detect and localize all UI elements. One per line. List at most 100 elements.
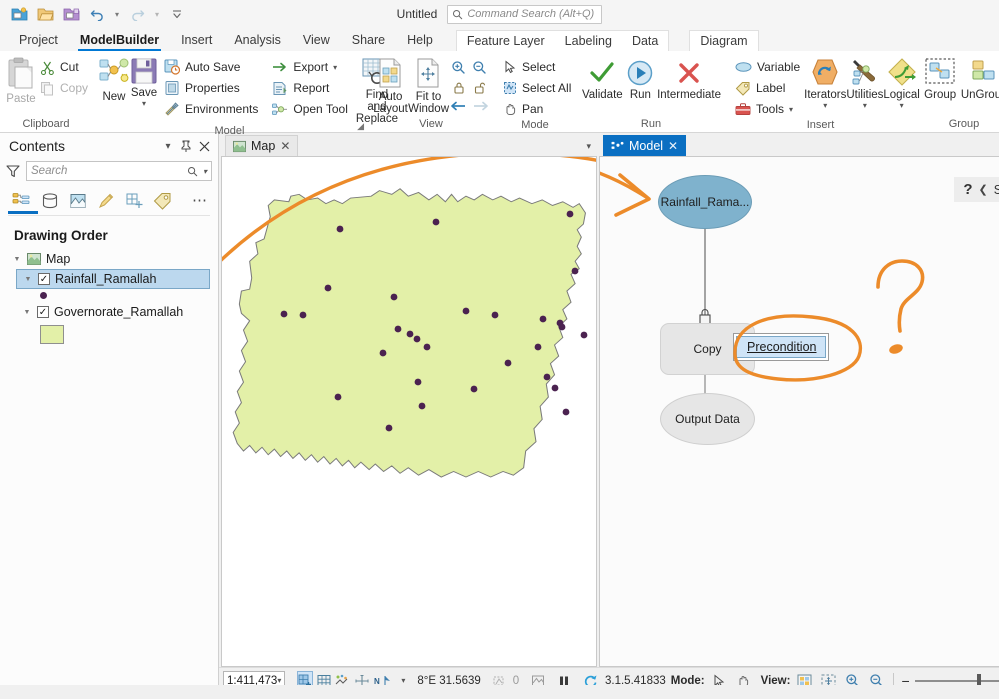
lock-icon[interactable]: [449, 78, 468, 97]
open-project-icon[interactable]: [32, 2, 58, 26]
select-button[interactable]: Select: [501, 57, 575, 77]
model-node-input-variable[interactable]: Rainfall_Rama...: [658, 175, 752, 229]
point-symbol-swatch[interactable]: [40, 292, 47, 299]
variable-button[interactable]: Variable: [733, 57, 804, 77]
map-view[interactable]: [221, 156, 597, 667]
rainfall-point[interactable]: [559, 324, 566, 331]
save-dropdown-icon[interactable]: ▾: [142, 99, 146, 108]
copy-button[interactable]: Copy: [38, 78, 92, 98]
map-tools-dropdown-icon[interactable]: ▾: [401, 676, 405, 685]
rainfall-point[interactable]: [552, 385, 559, 392]
cut-button[interactable]: Cut: [38, 57, 92, 77]
close-tab-icon[interactable]: ✕: [280, 139, 290, 153]
unlock-icon[interactable]: [470, 78, 489, 97]
tab-data[interactable]: Data: [622, 32, 668, 51]
polygon-symbol-swatch[interactable]: [40, 325, 64, 344]
list-by-selection-icon[interactable]: [66, 189, 90, 213]
report-button[interactable]: Report: [270, 78, 352, 98]
tab-diagram[interactable]: Diagram: [690, 32, 757, 51]
rainfall-point[interactable]: [535, 344, 542, 351]
list-by-drawing-order-icon[interactable]: [10, 189, 34, 213]
utilities-button[interactable]: Utilities ▾: [846, 55, 883, 110]
command-search-input[interactable]: Command Search (Alt+Q): [447, 5, 602, 24]
zoom-in-icon[interactable]: [449, 58, 468, 77]
auto-save-button[interactable]: Auto Save: [162, 57, 262, 77]
save-model-button[interactable]: Save ▾: [130, 55, 158, 108]
ungroup-button[interactable]: UnGroup: [960, 55, 999, 101]
rainfall-point[interactable]: [492, 312, 499, 319]
save-project-icon[interactable]: [6, 2, 32, 26]
group-button[interactable]: Group: [920, 55, 960, 101]
rainfall-point[interactable]: [380, 350, 387, 357]
rainfall-point[interactable]: [300, 312, 307, 319]
model-node-output-data[interactable]: Output Data: [660, 393, 755, 445]
expand-arrow-icon[interactable]: ▼: [12, 256, 22, 263]
auto-layout-button[interactable]: Auto Layout: [373, 55, 408, 115]
environments-button[interactable]: Environments: [162, 99, 262, 119]
pin-icon[interactable]: [177, 137, 195, 155]
tools-dropdown-icon[interactable]: ▾: [789, 105, 793, 114]
rainfall-point[interactable]: [335, 394, 342, 401]
open-tool-button[interactable]: Open Tool: [270, 99, 352, 119]
rainfall-point[interactable]: [424, 344, 431, 351]
model-view[interactable]: ? ❮ Show Toolbar Rainfall_Rama... Copy: [599, 156, 999, 667]
tools-button[interactable]: Tools ▾: [733, 99, 804, 119]
close-icon[interactable]: [195, 137, 213, 155]
rainfall-point[interactable]: [471, 386, 478, 393]
fit-to-window-button[interactable]: Fit to Window: [408, 55, 449, 115]
zoom-out-icon[interactable]: [470, 58, 489, 77]
undo-dropdown-icon[interactable]: ▾: [110, 2, 124, 26]
list-by-editing-icon[interactable]: [94, 189, 118, 213]
rainfall-point[interactable]: [433, 219, 440, 226]
rainfall-point[interactable]: [395, 326, 402, 333]
export-button[interactable]: Export ▾: [270, 57, 352, 77]
rainfall-point[interactable]: [391, 294, 398, 301]
model-group-dialog-launcher[interactable]: ◢: [357, 121, 364, 132]
pan-button[interactable]: Pan: [501, 99, 575, 119]
rainfall-point[interactable]: [386, 425, 393, 432]
tab-project[interactable]: Project: [8, 31, 69, 51]
more-options-icon[interactable]: ⋯: [188, 189, 212, 213]
layer-visibility-checkbox[interactable]: ✓: [37, 306, 49, 318]
redo-dropdown-icon[interactable]: ▾: [150, 2, 164, 26]
validate-button[interactable]: Validate: [581, 57, 624, 101]
list-by-snapping-icon[interactable]: [122, 189, 146, 213]
rainfall-point[interactable]: [544, 374, 551, 381]
rainfall-point[interactable]: [567, 211, 574, 218]
contents-menu-icon[interactable]: ▾: [159, 137, 177, 155]
close-tab-icon[interactable]: ✕: [668, 139, 678, 153]
utilities-dropdown-icon[interactable]: ▾: [863, 101, 867, 110]
map-canvas[interactable]: [222, 157, 597, 667]
toc-row-rainfall[interactable]: ▼ ✓ Rainfall_Ramallah: [16, 269, 210, 289]
back-arrow-icon[interactable]: [449, 96, 468, 115]
search-options-dropdown-icon[interactable]: ▾: [203, 167, 207, 176]
label-button[interactable]: Label: [733, 78, 804, 98]
intermediate-button[interactable]: Intermediate: [657, 57, 721, 101]
rainfall-point[interactable]: [572, 268, 579, 275]
properties-button[interactable]: Properties: [162, 78, 262, 98]
scale-dropdown-icon[interactable]: ▾: [277, 676, 281, 685]
list-by-labeling-icon[interactable]: [150, 189, 174, 213]
tab-analysis[interactable]: Analysis: [223, 31, 292, 51]
rainfall-point[interactable]: [337, 226, 344, 233]
tab-share[interactable]: Share: [341, 31, 396, 51]
contents-search-input[interactable]: Search ▾: [26, 161, 212, 181]
context-menu-item-precondition[interactable]: Precondition: [736, 336, 826, 358]
tab-model[interactable]: Model ✕: [603, 135, 686, 156]
rainfall-point[interactable]: [415, 379, 422, 386]
tab-feature-layer[interactable]: Feature Layer: [457, 32, 555, 51]
rainfall-point[interactable]: [581, 332, 588, 339]
save-as-icon[interactable]: [58, 2, 84, 26]
tab-labeling[interactable]: Labeling: [555, 32, 622, 51]
toc-row-map[interactable]: ▼ Map: [6, 249, 212, 269]
rainfall-point[interactable]: [407, 331, 414, 338]
tab-list-dropdown-icon[interactable]: ▾: [586, 141, 591, 152]
paste-button[interactable]: Paste: [6, 55, 36, 105]
tab-map[interactable]: Map ✕: [225, 135, 298, 156]
undo-icon[interactable]: [84, 2, 110, 26]
rainfall-point[interactable]: [540, 316, 547, 323]
list-by-data-source-icon[interactable]: [38, 189, 62, 213]
expand-arrow-icon[interactable]: ▼: [22, 309, 32, 316]
expand-arrow-icon[interactable]: ▼: [23, 276, 33, 283]
rainfall-point[interactable]: [463, 308, 470, 315]
